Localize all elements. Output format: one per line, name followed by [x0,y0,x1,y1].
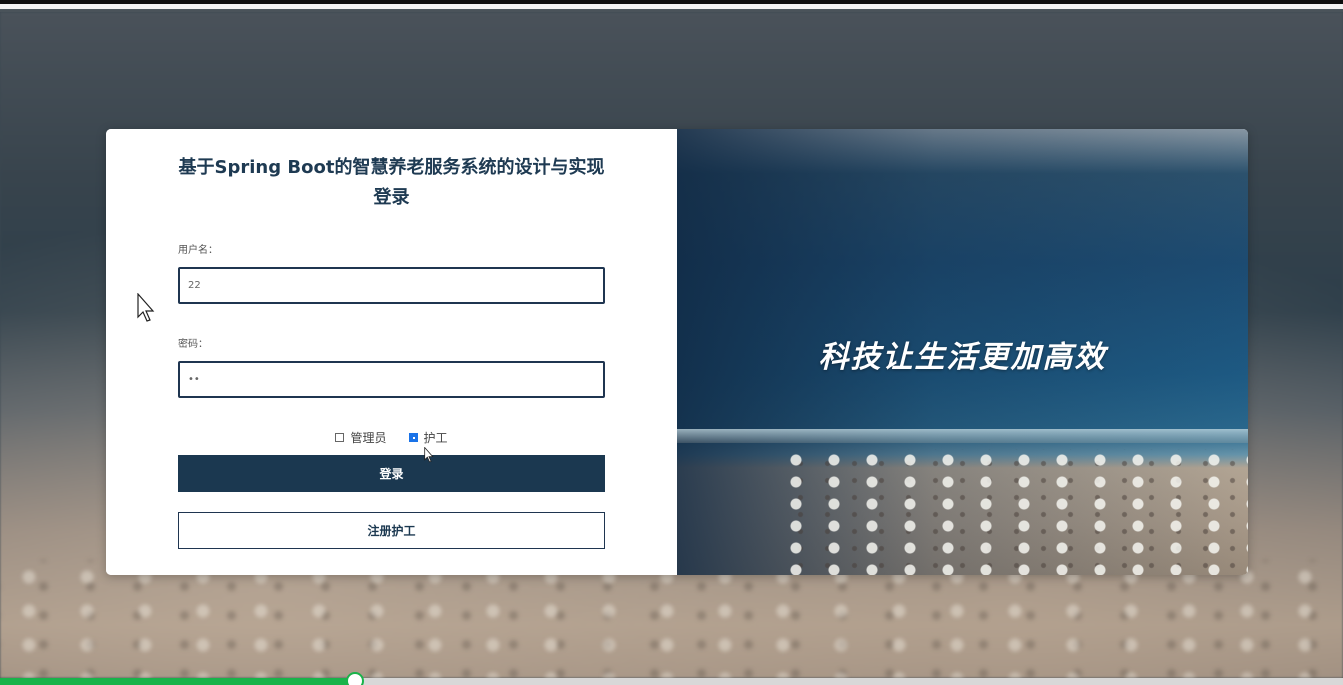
banner-slogan: 科技让生活更加高效 [818,340,1107,375]
title-line-2: 登录 [373,187,410,208]
role-admin-label: 管理员 [350,431,387,445]
role-admin[interactable]: 管理员 [335,429,387,446]
page-title: 基于Spring Boot的智慧养老服务系统的设计与实现 登录 [106,153,677,213]
role-selector: 管理员 护工 [106,429,677,446]
role-nurse-label: 护工 [423,431,448,445]
login-form-panel: 基于Spring Boot的智慧养老服务系统的设计与实现 登录 用户名： 密码：… [106,129,677,575]
video-progress-fill [0,678,355,685]
title-line-1: 基于Spring Boot的智慧养老服务系统的设计与实现 [178,157,605,178]
username-label: 用户名： [178,245,218,256]
password-label: 密码： [178,339,208,350]
login-card: 基于Spring Boot的智慧养老服务系统的设计与实现 登录 用户名： 密码：… [106,129,1248,575]
banner-image: 科技让生活更加高效 [677,129,1248,575]
password-input[interactable] [178,361,605,398]
admin-checkbox[interactable] [335,433,345,442]
banner-surf [677,429,1248,443]
background-beach [0,560,1343,678]
banner-beach [777,449,1248,575]
login-button[interactable]: 登录 [178,455,605,492]
nurse-checkbox[interactable] [408,433,418,442]
video-progress-bar[interactable] [0,672,1343,685]
role-nurse[interactable]: 护工 [408,429,448,446]
top-strip [0,0,1343,12]
video-progress-handle[interactable] [345,672,364,685]
username-input[interactable] [178,267,605,304]
register-nurse-button[interactable]: 注册护工 [178,512,605,549]
